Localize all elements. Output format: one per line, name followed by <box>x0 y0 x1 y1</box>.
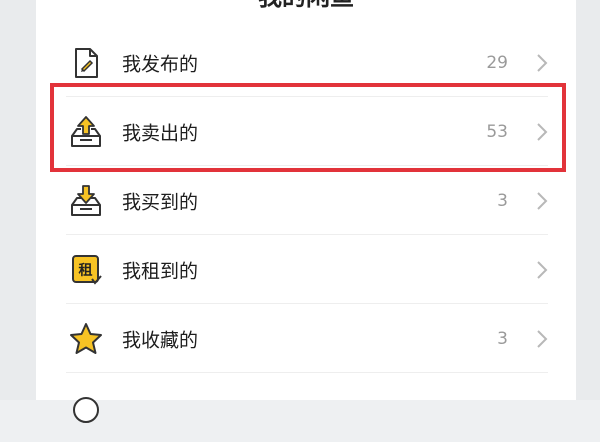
menu-item-label: 我卖出的 <box>122 122 199 144</box>
menu-item-count: 3 <box>497 328 508 349</box>
star-icon <box>70 322 102 354</box>
rent-icon-text: 租 <box>79 262 93 279</box>
chevron-right-icon <box>537 191 548 210</box>
upload-box-icon <box>71 115 101 147</box>
right-background <box>576 0 600 400</box>
menu-item-rented[interactable]: 租 我租到的 <box>36 235 576 304</box>
menu-item-partial[interactable] <box>36 373 576 442</box>
download-box-icon <box>71 184 101 216</box>
menu-item-bought[interactable]: 我买到的 3 <box>36 166 576 235</box>
menu-item-label: 我收藏的 <box>122 329 199 351</box>
menu-item-count: 53 <box>486 121 508 142</box>
menu-card: 我的闲鱼 我发布的 29 我卖出的 <box>36 0 576 423</box>
chevron-right-icon <box>537 260 548 279</box>
menu-item-label: 我发布的 <box>122 53 199 75</box>
menu-list: 我发布的 29 我卖出的 53 我买到的 3 租 我租到的 我收藏的 3 <box>36 28 576 442</box>
chevron-right-icon <box>537 329 548 348</box>
menu-item-label: 我租到的 <box>122 260 199 282</box>
rent-icon: 租 <box>72 254 102 285</box>
menu-item-favorites[interactable]: 我收藏的 3 <box>36 304 576 373</box>
chevron-right-icon <box>537 122 548 141</box>
menu-item-count: 29 <box>486 52 508 73</box>
menu-item-published[interactable]: 我发布的 29 <box>36 28 576 97</box>
chevron-right-icon <box>537 53 548 72</box>
document-icon <box>75 47 98 78</box>
page-title: 我的闲鱼 <box>36 0 576 12</box>
partial-icon <box>73 396 99 423</box>
menu-item-count: 3 <box>497 190 508 211</box>
left-background <box>0 0 36 400</box>
menu-item-sold[interactable]: 我卖出的 53 <box>36 97 576 166</box>
menu-item-label: 我买到的 <box>122 191 199 213</box>
